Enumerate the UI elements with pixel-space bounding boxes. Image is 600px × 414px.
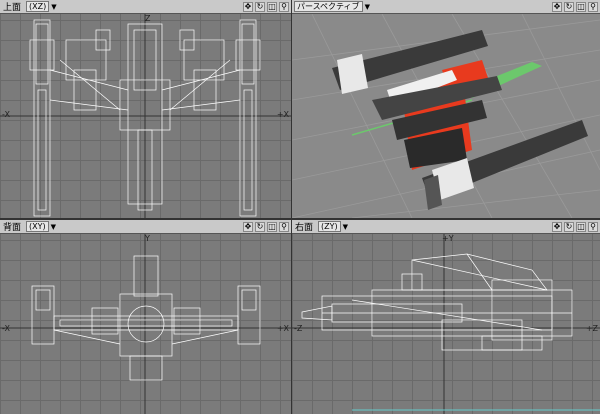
rotate-icon[interactable]: ↻: [564, 221, 574, 232]
view-mode-dropdown[interactable]: パースペクティブ: [294, 1, 363, 12]
axis-label-left: -X: [2, 324, 10, 333]
axis-label-right: +X: [276, 110, 289, 119]
viewport-header: パースペクティブ ▼ ✥ ↻ ◫ ⚲: [292, 0, 600, 14]
axis-label-right: +X: [276, 324, 289, 333]
magnify-icon[interactable]: ⚲: [588, 221, 598, 232]
magnify-icon[interactable]: ⚲: [588, 1, 598, 12]
chevron-down-icon[interactable]: ▼: [51, 223, 56, 231]
rotate-icon[interactable]: ↻: [255, 1, 265, 12]
axis-label-right: +Z: [585, 324, 598, 333]
chevron-down-icon[interactable]: ▼: [51, 3, 56, 11]
viewport-header: 右面 (ZY) ▼ ✥ ↻ ◫ ⚲: [292, 220, 600, 234]
chevron-down-icon[interactable]: ▼: [365, 3, 370, 11]
zoom-icon[interactable]: ◫: [576, 221, 586, 232]
viewport-top[interactable]: 上面 (XZ) ▼ ✥ ↻ ◫ ⚲ -X +X Z: [0, 0, 291, 218]
zoom-icon[interactable]: ◫: [267, 221, 277, 232]
viewport-perspective[interactable]: パースペクティブ ▼ ✥ ↻ ◫ ⚲: [292, 0, 600, 218]
pan-icon[interactable]: ✥: [243, 1, 253, 12]
viewport-back[interactable]: 背面 (XY) ▼ ✥ ↻ ◫ ⚲ -X +X Y: [0, 220, 291, 414]
perspective-render: [292, 13, 600, 218]
viewport-right[interactable]: 右面 (ZY) ▼ ✥ ↻ ◫ ⚲ -Z +Z +Y: [292, 220, 600, 414]
magnify-icon[interactable]: ⚲: [279, 1, 289, 12]
viewport-divider-vertical[interactable]: [291, 0, 292, 414]
zoom-icon[interactable]: ◫: [267, 1, 277, 12]
zoom-icon[interactable]: ◫: [576, 1, 586, 12]
chevron-down-icon[interactable]: ▼: [343, 223, 348, 231]
viewport-title: 背面: [3, 223, 22, 233]
axis-label-top: Y: [145, 234, 150, 243]
modeler-app: 上面 (XZ) ▼ ✥ ↻ ◫ ⚲ -X +X Z パースペクティブ ▼ ✥ ↻…: [0, 0, 600, 414]
view-mode-dropdown[interactable]: (ZY): [318, 221, 341, 232]
viewport-header: 背面 (XY) ▼ ✥ ↻ ◫ ⚲: [0, 220, 291, 234]
axis-label-left: -Z: [294, 324, 303, 333]
axis-label-left: -X: [2, 110, 10, 119]
viewport-title: 右面: [295, 223, 314, 233]
right-wireframe: [292, 234, 600, 414]
view-mode-dropdown[interactable]: (XZ): [26, 1, 50, 12]
viewport-title: 上面: [3, 3, 22, 13]
axis-label-top: +Y: [442, 234, 454, 243]
pan-icon[interactable]: ✥: [552, 1, 562, 12]
pan-icon[interactable]: ✥: [552, 221, 562, 232]
top-wireframe: [0, 14, 291, 218]
magnify-icon[interactable]: ⚲: [279, 221, 289, 232]
view-mode-dropdown[interactable]: (XY): [26, 221, 49, 232]
rotate-icon[interactable]: ↻: [564, 1, 574, 12]
pan-icon[interactable]: ✥: [243, 221, 253, 232]
viewport-header: 上面 (XZ) ▼ ✥ ↻ ◫ ⚲: [0, 0, 291, 14]
back-wireframe: [0, 234, 291, 414]
rotate-icon[interactable]: ↻: [255, 221, 265, 232]
axis-label-top: Z: [145, 14, 151, 23]
